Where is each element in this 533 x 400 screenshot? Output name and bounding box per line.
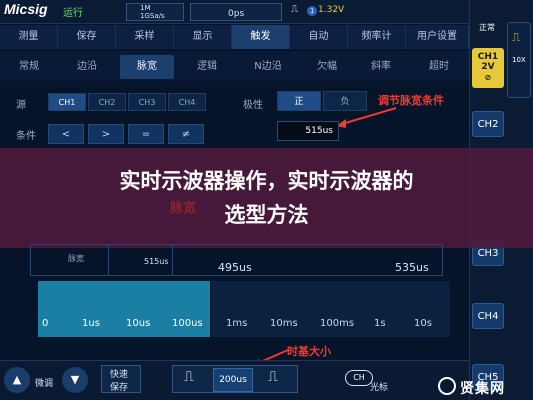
range-end: 535us <box>395 261 429 274</box>
ch4-button[interactable]: CH4 <box>472 303 504 329</box>
sample-rate: 1GSa/s <box>140 12 165 20</box>
timebase-current[interactable]: 200us <box>213 368 253 392</box>
pulse-trigger-icon: ⎍ <box>291 4 298 15</box>
polarity-positive[interactable]: 正 <box>277 91 321 111</box>
source-ch3[interactable]: CH3 <box>128 93 166 111</box>
tab-display[interactable]: 显示 <box>174 25 232 49</box>
acquire-mode[interactable]: 正常 <box>479 22 495 33</box>
subtab-pulse-width[interactable]: 脉宽 <box>120 55 174 79</box>
ch1-button[interactable]: CH1 2V ⊘ <box>472 48 504 88</box>
article-title-line2: 选型方法 <box>224 203 309 227</box>
watermark-text: 贤集网 <box>460 381 505 397</box>
cursor-label[interactable]: 光标 <box>370 380 388 393</box>
source-ch2[interactable]: CH2 <box>88 93 126 111</box>
annotation-timebase: 时基大小 <box>287 345 331 358</box>
range-start: 495us <box>218 261 252 274</box>
tab-measure[interactable]: 测量 <box>0 25 58 49</box>
pulse-width-window-value: 515us <box>144 257 169 266</box>
pulse-width-label: 脉宽 <box>68 254 84 263</box>
timebase-tick[interactable]: 1us <box>82 318 100 329</box>
pulse-width-value[interactable]: 515us <box>277 121 339 141</box>
tab-trigger[interactable]: 触发 <box>232 25 290 49</box>
channel-select-icon[interactable]: CH <box>345 370 373 386</box>
subtab-logic[interactable]: 逻辑 <box>182 55 232 79</box>
probe-multiplier: 10X <box>512 56 526 64</box>
scroll-up-button[interactable]: ▲ <box>4 367 30 393</box>
condition-less-button[interactable]: < <box>48 124 84 144</box>
subtab-n-edge[interactable]: N边沿 <box>240 55 296 79</box>
timebase-tick[interactable]: 10ms <box>270 318 298 329</box>
condition-equal-button[interactable]: = <box>128 124 164 144</box>
ch2-button[interactable]: CH2 <box>472 111 504 137</box>
subtab-timeout[interactable]: 超时 <box>414 55 464 79</box>
source-ch1[interactable]: CH1 <box>48 93 86 111</box>
annotation-arrow-icon <box>336 107 397 128</box>
subtab-runt[interactable]: 欠幅 <box>302 55 352 79</box>
run-status[interactable]: 运行 <box>63 4 83 19</box>
condition-greater-button[interactable]: > <box>88 124 124 144</box>
fine-adjust-label: 微调 <box>35 379 54 389</box>
brand-logo: Micsig <box>4 1 48 17</box>
scroll-down-button[interactable]: ▼ <box>62 367 88 393</box>
memory-depth: 1M <box>140 4 151 12</box>
ch1-label: CH1 <box>477 52 499 62</box>
probe-icon: ⎍ <box>512 30 521 44</box>
ch1-coupling-icon: ⊘ <box>484 72 492 82</box>
tab-user-settings[interactable]: 用户设置 <box>406 25 469 49</box>
pulse-width-divider <box>108 244 109 276</box>
pulse-wide-icon[interactable]: ⎍ <box>184 369 194 385</box>
source-label: 源 <box>16 100 26 111</box>
subtab-normal[interactable]: 常规 <box>4 55 54 79</box>
trigger-channel: 1 <box>310 7 315 15</box>
ch1-scale: 2V <box>481 62 495 73</box>
timebase-tick[interactable]: 10us <box>126 318 150 329</box>
timebase-tick[interactable]: 10s <box>414 318 432 329</box>
timebase-tick[interactable]: 1ms <box>226 318 247 329</box>
article-title: 实时示波器操作，实时示波器的 选型方法 <box>0 164 533 232</box>
condition-not-equal-button[interactable]: ≠ <box>168 124 204 144</box>
timebase-tick[interactable]: 0 <box>42 318 48 329</box>
tab-save[interactable]: 保存 <box>58 25 116 49</box>
tab-auto[interactable]: 自动 <box>290 25 348 49</box>
subtab-edge[interactable]: 边沿 <box>62 55 112 79</box>
condition-label: 条件 <box>16 131 36 142</box>
quick-save-label-2: 保存 <box>110 383 129 393</box>
tab-counter[interactable]: 频率计 <box>348 25 406 49</box>
time-offset: 0ps <box>228 9 245 19</box>
timebase-tick[interactable]: 1s <box>374 318 386 329</box>
article-title-line1: 实时示波器操作，实时示波器的 <box>119 169 414 193</box>
trigger-level[interactable]: 1.32V <box>318 5 344 15</box>
timebase-tick[interactable]: 100us <box>172 318 203 329</box>
source-ch4[interactable]: CH4 <box>168 93 206 111</box>
watermark-logo-icon <box>438 377 456 395</box>
tab-sample[interactable]: 采样 <box>116 25 174 49</box>
pulse-narrow-icon[interactable]: ⎍ <box>268 369 278 385</box>
pulse-width-divider <box>172 244 173 276</box>
polarity-label: 极性 <box>243 100 263 111</box>
quick-save-label-1: 快速 <box>110 370 129 380</box>
subtab-slope[interactable]: 斜率 <box>356 55 406 79</box>
timebase-tick[interactable]: 100ms <box>320 318 354 329</box>
